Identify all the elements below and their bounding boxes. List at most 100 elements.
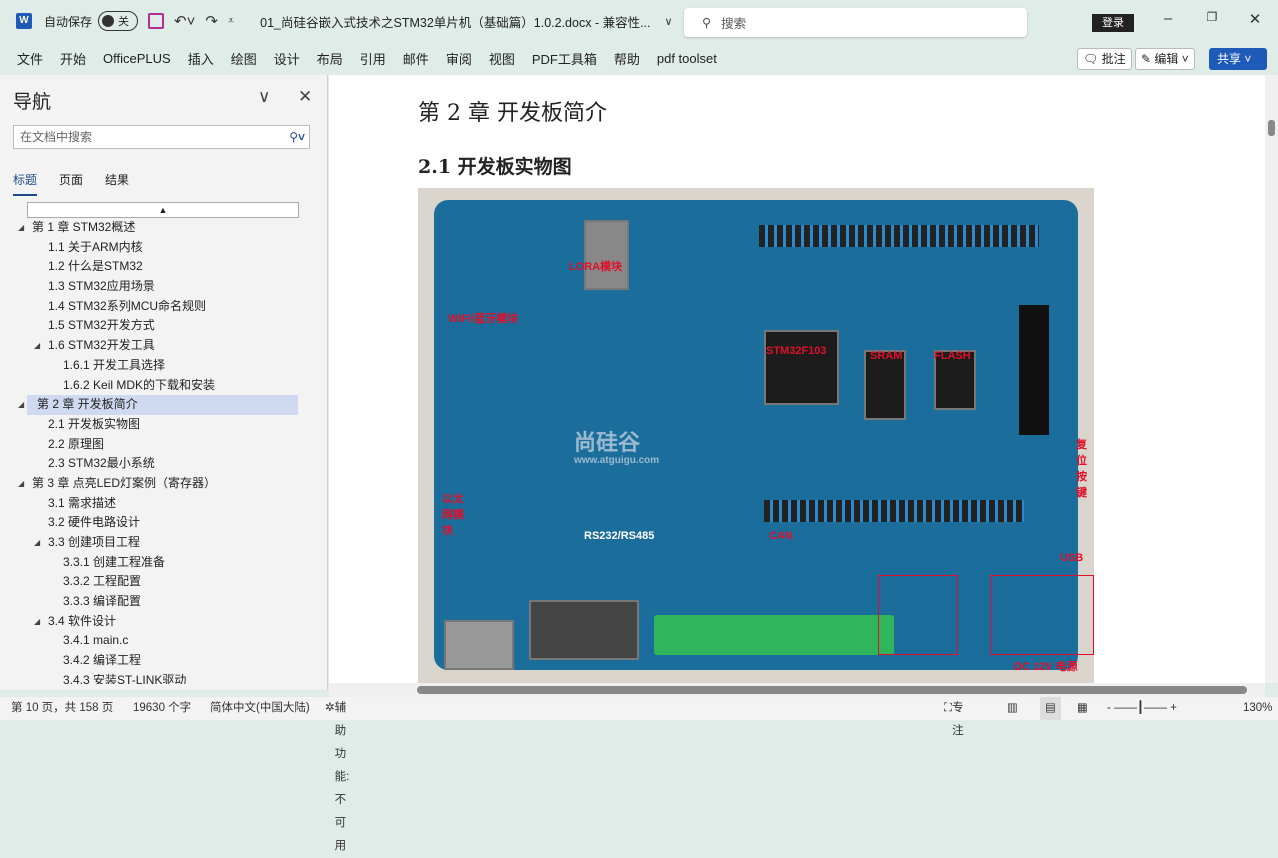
zoom-slider[interactable]: - ——┃—— + — [1107, 697, 1177, 720]
language[interactable]: 简体中文(中国大陆) — [210, 697, 310, 720]
nav-heading-item[interactable]: 1.6.2 Keil MDK的下载和安装 — [0, 376, 328, 396]
menu-item[interactable]: 布局 — [317, 49, 343, 68]
search-icon[interactable]: ⚲˅ — [289, 126, 305, 148]
menu-item[interactable]: 引用 — [360, 49, 386, 68]
expand-triangle-icon[interactable]: ◢ — [18, 395, 24, 415]
nav-heading-label: 3.4.2 编译工程 — [63, 653, 142, 668]
nav-search-input[interactable]: 在文档中搜索 ⚲˅ — [13, 125, 310, 149]
heading-tree: ◢ 第 1 章 STM32概述 1.1 关于ARM内核 1.2 什么是STM32 1.3… — [0, 218, 328, 684]
nav-heading-item[interactable]: 3.3.2 工程配置 — [0, 572, 328, 592]
nav-heading-label: 3.4 软件设计 — [48, 613, 117, 628]
menu-item[interactable]: OfficePLUS — [103, 51, 171, 66]
photo-label: WIFI/蓝牙模块 — [448, 313, 519, 325]
menu-item[interactable]: 帮助 — [614, 49, 640, 68]
nav-heading-item[interactable]: 1.1 关于ARM内核 — [0, 238, 328, 258]
tab-pages[interactable]: 页面 — [59, 171, 83, 196]
annotation-box — [878, 575, 958, 655]
web-layout-icon[interactable]: ▦ — [1077, 697, 1088, 720]
nav-heading-item[interactable]: 2.3 STM32最小系统 — [0, 454, 328, 474]
word-count[interactable]: 19630 个字 — [133, 697, 191, 720]
nav-heading-item[interactable]: 3.3.3 编译配置 — [0, 592, 328, 612]
nav-heading-item[interactable]: ◢ 3.3 创建项目工程 — [0, 533, 328, 553]
document-title[interactable]: 01_尚硅谷嵌入式技术之STM32单片机（基础篇）1.0.2.docx - 兼容… — [260, 12, 650, 31]
tab-results[interactable]: 结果 — [105, 171, 129, 196]
accessibility-status[interactable]: ✲ 辅助功能: 不可用 — [325, 697, 349, 852]
scroll-up-button[interactable]: ▲ — [27, 202, 299, 218]
nav-heading-item[interactable]: ◢ 第 1 章 STM32概述 — [0, 218, 328, 238]
focus-button[interactable]: ⛶ 专注 — [944, 697, 964, 737]
expand-triangle-icon[interactable]: ◢ — [34, 533, 40, 553]
close-pane-icon[interactable]: ✕ — [298, 87, 312, 107]
read-mode-icon[interactable]: ▥ — [1007, 697, 1018, 720]
menu-item[interactable]: 开始 — [60, 49, 86, 68]
atguigu-logo: 尚硅谷 — [574, 430, 641, 455]
autosave-toggle[interactable]: 关 — [98, 11, 139, 31]
share-button[interactable]: 共享 ˅ — [1209, 48, 1267, 70]
comments-button[interactable]: 🗨 批注 — [1077, 48, 1132, 70]
expand-triangle-icon[interactable]: ◢ — [34, 336, 40, 356]
photo-label: LORA模块 — [569, 261, 623, 273]
vertical-scrollbar[interactable] — [1265, 75, 1278, 683]
expand-triangle-icon[interactable]: ◢ — [34, 612, 40, 632]
menu-item[interactable]: 审阅 — [446, 49, 472, 68]
scroll-thumb[interactable] — [417, 686, 1247, 694]
nav-heading-item[interactable]: ◢ 1.6 STM32开发工具 — [0, 336, 328, 356]
nav-heading-item[interactable]: 3.3.1 创建工程准备 — [0, 553, 328, 573]
menu-item[interactable]: 设计 — [274, 49, 300, 68]
photo-label: STM32F103 — [766, 345, 827, 357]
nav-heading-item[interactable]: 1.2 什么是STM32 — [0, 257, 328, 277]
expand-triangle-icon[interactable]: ◢ — [18, 474, 24, 494]
nav-heading-item[interactable]: ◢ 3.4 软件设计 — [0, 612, 328, 632]
customize-toolbar-icon[interactable]: ⩡ — [228, 15, 234, 28]
mcu-chip — [764, 330, 839, 405]
lora-module — [584, 220, 629, 290]
nav-heading-item[interactable]: 1.3 STM32应用场景 — [0, 277, 328, 297]
undo-icon[interactable]: ↶˅ — [174, 12, 195, 30]
nav-heading-label: 3.4.3 安装ST-LINK驱动 — [63, 672, 187, 684]
atguigu-url: www.atguigu.com — [574, 455, 660, 466]
restore-icon[interactable]: ❐ — [1197, 10, 1227, 24]
login-button[interactable]: 登录 — [1092, 14, 1134, 32]
nav-heading-item[interactable]: 3.4.3 安装ST-LINK驱动 — [0, 671, 328, 684]
nav-heading-label: 第 3 章 点亮LED灯案例（寄存器） — [32, 475, 217, 490]
menu-item[interactable]: pdf toolset — [657, 51, 717, 66]
minimize-icon[interactable]: – — [1153, 10, 1183, 27]
document-page: 第 2 章 开发板简介 2.1 开发板实物图 LORA模块 WIFI/蓝牙模块 … — [329, 75, 1265, 683]
focus-label: 专注 — [952, 702, 964, 737]
search-box[interactable]: ⚲ 搜索 — [684, 8, 1027, 37]
chevron-down-icon[interactable]: ∨ — [258, 87, 270, 107]
menu-item[interactable]: 邮件 — [403, 49, 429, 68]
redo-icon[interactable]: ↷ — [205, 12, 218, 30]
zoom-level[interactable]: 130% — [1243, 697, 1272, 720]
nav-heading-item[interactable]: 2.2 原理图 — [0, 435, 328, 455]
nav-heading-item[interactable]: 3.2 硬件电路设计 — [0, 513, 328, 533]
nav-heading-item[interactable]: 3.4.1 main.c — [0, 631, 328, 651]
serial-port — [529, 600, 639, 660]
horizontal-scrollbar[interactable] — [329, 683, 1265, 697]
nav-heading-item[interactable]: 1.6.1 开发工具选择 — [0, 356, 328, 376]
print-layout-icon[interactable]: ▤ — [1040, 697, 1061, 720]
scroll-thumb[interactable] — [1268, 120, 1275, 136]
page-count[interactable]: 第 10 页，共 158 页 — [11, 697, 113, 720]
chevron-down-icon[interactable]: ∨ — [665, 15, 673, 28]
nav-heading-item[interactable]: 3.1 需求描述 — [0, 494, 328, 514]
save-icon[interactable] — [148, 13, 165, 29]
close-window-icon[interactable]: ✕ — [1240, 10, 1270, 28]
expand-triangle-icon[interactable]: ◢ — [18, 218, 24, 238]
tab-headings[interactable]: 标题 — [13, 171, 38, 196]
nav-heading-item[interactable]: ◢ 第 2 章 开发板简介 — [18, 395, 298, 415]
menu-item[interactable]: 插入 — [188, 49, 214, 68]
menu-item[interactable]: 视图 — [489, 49, 515, 68]
pin-header — [759, 225, 1039, 247]
nav-heading-item[interactable]: 2.1 开发板实物图 — [0, 415, 328, 435]
nav-heading-item[interactable]: 3.4.2 编译工程 — [0, 651, 328, 671]
nav-heading-item[interactable]: 1.4 STM32系列MCU命名规则 — [0, 297, 328, 317]
editing-button[interactable]: ✎ 编辑 ˅ — [1135, 48, 1195, 70]
photo-label: CAN — [769, 530, 793, 542]
nav-heading-item[interactable]: ◢ 第 3 章 点亮LED灯案例（寄存器） — [0, 474, 328, 494]
menu-item[interactable]: 绘图 — [231, 49, 257, 68]
menu-item[interactable]: 文件 — [17, 49, 43, 68]
dev-board-photo[interactable]: LORA模块 WIFI/蓝牙模块 STM32F103 SRAM FLASH 复位… — [418, 188, 1094, 683]
nav-heading-item[interactable]: 1.5 STM32开发方式 — [0, 316, 328, 336]
menu-item[interactable]: PDF工具箱 — [532, 49, 597, 68]
